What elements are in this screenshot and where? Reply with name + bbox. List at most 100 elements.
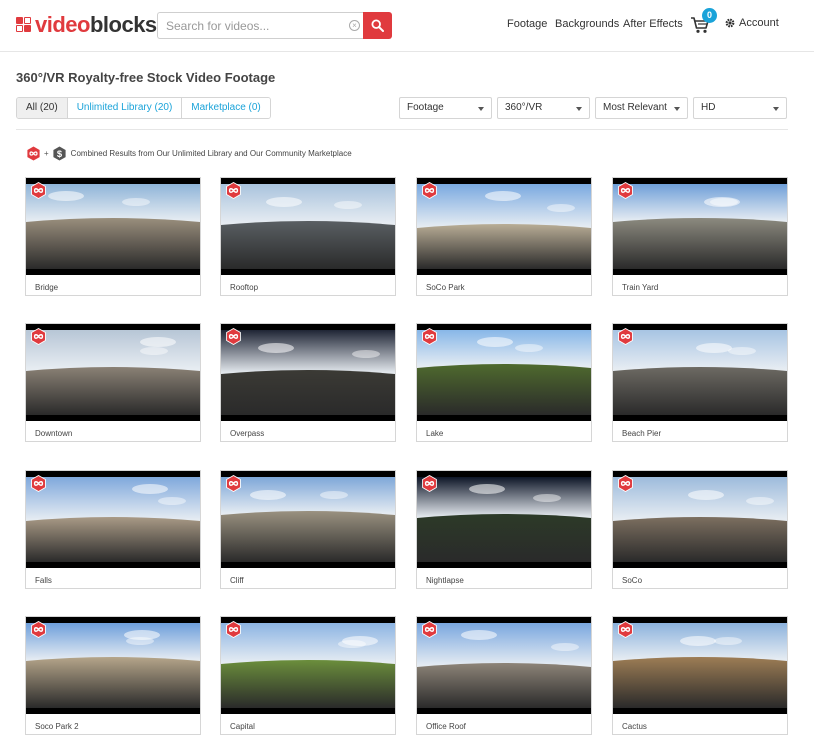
video-card[interactable]: Cliff — [220, 470, 396, 589]
video-thumbnail[interactable] — [417, 324, 591, 421]
dollar-hexagon-icon: $ — [53, 145, 66, 161]
sort-select[interactable]: Most Relevant — [595, 97, 688, 119]
video-card[interactable]: Capital — [220, 616, 396, 735]
svg-text:$: $ — [57, 148, 63, 158]
video-title[interactable]: SoCo — [622, 576, 642, 585]
chevron-down-icon — [576, 107, 582, 111]
video-thumbnail[interactable] — [26, 471, 200, 568]
video-title[interactable]: Overpass — [230, 429, 264, 438]
search-button[interactable] — [363, 12, 392, 39]
video-title[interactable]: Lake — [426, 429, 443, 438]
unlimited-library-badge-icon — [226, 328, 241, 345]
combined-results-text: Combined Results from Our Unlimited Libr… — [70, 148, 352, 158]
video-thumbnail[interactable] — [26, 617, 200, 714]
video-thumbnail[interactable] — [26, 324, 200, 421]
unlimited-library-badge-icon — [31, 328, 46, 345]
unlimited-library-badge-icon — [226, 182, 241, 199]
video-thumbnail[interactable] — [26, 178, 200, 275]
resolution-select[interactable]: HD — [693, 97, 787, 119]
sort-select-value: Most Relevant — [603, 102, 667, 113]
unlimited-library-badge-icon — [422, 475, 437, 492]
video-card[interactable]: Soco Park 2 — [25, 616, 201, 735]
tab-unlimited-library[interactable]: Unlimited Library (20) — [67, 98, 183, 118]
video-title[interactable]: Train Yard — [622, 283, 658, 292]
account-link[interactable]: Account — [725, 17, 779, 29]
unlimited-library-badge-icon — [618, 182, 633, 199]
unlimited-library-badge-icon — [618, 621, 633, 638]
video-thumbnail[interactable] — [613, 617, 787, 714]
chevron-down-icon — [478, 107, 484, 111]
nav-backgrounds-link[interactable]: Backgrounds — [555, 18, 619, 30]
resolution-select-value: HD — [701, 102, 716, 113]
video-title[interactable]: Downtown — [35, 429, 72, 438]
combined-results-note: + $ Combined Results from Our Unlimited … — [26, 145, 352, 161]
chevron-down-icon — [674, 107, 680, 111]
page-title: 360°/VR Royalty-free Stock Video Footage — [16, 70, 276, 85]
video-thumbnail[interactable] — [613, 324, 787, 421]
video-thumbnail[interactable] — [221, 324, 395, 421]
chevron-down-icon — [773, 107, 779, 111]
logo-wordmark: videoblocks — [35, 12, 157, 37]
video-title[interactable]: Soco Park 2 — [35, 722, 79, 731]
video-card[interactable]: Downtown — [25, 323, 201, 442]
unlimited-library-badge-icon — [618, 328, 633, 345]
videoblocks-logo[interactable]: videoblocks — [16, 12, 157, 38]
video-card[interactable]: Falls — [25, 470, 201, 589]
search-bar: × — [157, 12, 392, 39]
video-title[interactable]: Beach Pier — [622, 429, 661, 438]
video-card[interactable]: SoCo Park — [416, 177, 592, 296]
video-thumbnail[interactable] — [221, 178, 395, 275]
magnifier-icon — [371, 19, 384, 32]
video-card[interactable]: Cactus — [612, 616, 788, 735]
video-thumbnail[interactable] — [221, 471, 395, 568]
gear-icon — [725, 18, 735, 28]
video-title[interactable]: Rooftop — [230, 283, 258, 292]
video-title[interactable]: Office Roof — [426, 722, 466, 731]
search-input[interactable] — [157, 12, 363, 39]
video-thumbnail[interactable] — [417, 178, 591, 275]
source-tabs: All (20) Unlimited Library (20) Marketpl… — [16, 97, 271, 119]
video-card[interactable]: SoCo — [612, 470, 788, 589]
video-thumbnail[interactable] — [613, 178, 787, 275]
unlimited-library-badge-icon — [422, 182, 437, 199]
format-select-value: 360°/VR — [505, 102, 543, 113]
nav-footage-link[interactable]: Footage — [507, 18, 547, 30]
video-title[interactable]: Nightlapse — [426, 576, 464, 585]
clear-search-icon[interactable]: × — [349, 20, 360, 31]
logo-mark-icon — [16, 17, 32, 33]
unlimited-library-badge-icon — [422, 328, 437, 345]
video-thumbnail[interactable] — [613, 471, 787, 568]
unlimited-library-badge-icon — [226, 621, 241, 638]
account-label: Account — [739, 17, 779, 29]
video-card[interactable]: Rooftop — [220, 177, 396, 296]
divider — [16, 129, 788, 130]
video-card[interactable]: Nightlapse — [416, 470, 592, 589]
video-card[interactable]: Train Yard — [612, 177, 788, 296]
unlimited-library-badge-icon — [31, 621, 46, 638]
format-select[interactable]: 360°/VR — [497, 97, 590, 119]
site-header: videoblocks × Footage Backgrounds After … — [0, 0, 814, 52]
unlimited-library-badge-icon — [422, 621, 437, 638]
video-title[interactable]: Cactus — [622, 722, 647, 731]
video-card[interactable]: Beach Pier — [612, 323, 788, 442]
video-card[interactable]: Office Roof — [416, 616, 592, 735]
video-title[interactable]: Falls — [35, 576, 52, 585]
nav-after-effects-link[interactable]: After Effects — [623, 18, 683, 30]
video-title[interactable]: Bridge — [35, 283, 58, 292]
tab-marketplace[interactable]: Marketplace (0) — [182, 98, 270, 118]
video-thumbnail[interactable] — [417, 617, 591, 714]
video-title[interactable]: SoCo Park — [426, 283, 465, 292]
unlimited-library-badge-icon — [618, 475, 633, 492]
video-title[interactable]: Cliff — [230, 576, 244, 585]
category-select[interactable]: Footage — [399, 97, 492, 119]
video-card[interactable]: Lake — [416, 323, 592, 442]
unlimited-library-badge-icon — [226, 475, 241, 492]
video-card[interactable]: Bridge — [25, 177, 201, 296]
plus-sign: + — [44, 148, 49, 158]
video-thumbnail[interactable] — [221, 617, 395, 714]
infinity-hexagon-icon — [27, 145, 40, 161]
video-card[interactable]: Overpass — [220, 323, 396, 442]
video-title[interactable]: Capital — [230, 722, 255, 731]
video-thumbnail[interactable] — [417, 471, 591, 568]
tab-all[interactable]: All (20) — [17, 98, 68, 118]
